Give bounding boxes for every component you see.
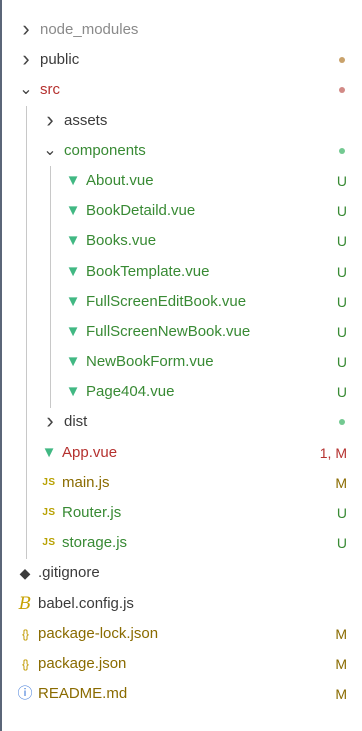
file-item-app-vue[interactable]: ▼ App.vue 1, M: [2, 438, 359, 468]
folder-item-public[interactable]: public: [2, 45, 359, 75]
file-label: storage.js: [62, 534, 128, 552]
git-status-dot: [339, 87, 345, 94]
folder-item-components[interactable]: components: [2, 136, 359, 166]
file-label: Books.vue: [86, 232, 157, 250]
git-status-badge: U: [336, 263, 347, 280]
file-item-package-lock-json[interactable]: {} package-lock.json M: [2, 619, 359, 649]
vue-icon: ▼: [65, 232, 81, 250]
folder-item-dist[interactable]: dist: [2, 407, 359, 437]
js-icon: JS: [42, 476, 56, 488]
file-label: NewBookForm.vue: [86, 353, 214, 371]
git-status-badge: M: [335, 655, 347, 672]
json-icon: {}: [21, 626, 29, 641]
file-label: Page404.vue: [86, 383, 175, 401]
git-status-badge: M: [335, 625, 347, 642]
chevron-right-icon[interactable]: [18, 15, 34, 47]
git-status-badge: U: [336, 323, 347, 340]
folder-item-node-modules[interactable]: node_modules: [2, 15, 359, 45]
file-item-babel-config-js[interactable]: Bbabel.config.js: [2, 589, 359, 619]
file-label: .gitignore: [38, 564, 100, 582]
file-item-about-vue[interactable]: ▼ About.vue U: [2, 166, 359, 196]
file-item-storage-js[interactable]: JS storage.js U: [2, 528, 359, 558]
file-item-bookdetaild-vue[interactable]: ▼ BookDetaild.vue U: [2, 196, 359, 226]
git-status-dot: [339, 147, 345, 154]
file-explorer-tree: node_modulespublic srcassets components ▼ Ab…: [2, 15, 359, 709]
file-label: BookTemplate.vue: [86, 262, 210, 280]
babel-icon: B: [18, 593, 32, 614]
indent-guide-components: [50, 166, 51, 408]
file-label: main.js: [62, 473, 110, 491]
info-icon: ⓘ: [17, 685, 33, 703]
file-label: App.vue: [62, 443, 118, 461]
file-label: Router.js: [62, 504, 122, 521]
folder-item-src[interactable]: src: [2, 75, 359, 105]
indent-guide-src: [26, 105, 27, 559]
vue-icon: ▼: [65, 353, 81, 371]
git-status-badge: U: [336, 172, 347, 189]
file-label: README.md: [38, 685, 128, 703]
vue-icon: ▼: [41, 443, 57, 461]
js-icon: JS: [42, 507, 56, 518]
file-item-router-js[interactable]: JS Router.js U: [2, 498, 359, 528]
folder-label: public: [40, 51, 80, 69]
file-label: About.vue: [86, 171, 154, 189]
file-item-booktemplate-vue[interactable]: ▼ BookTemplate.vue U: [2, 257, 359, 287]
file-label: FullScreenEditBook.vue: [86, 292, 247, 310]
file-item-package-json[interactable]: {} package.json M: [2, 649, 359, 679]
file-item-main-js[interactable]: JS main.js M: [2, 468, 359, 498]
git-status-dot: [339, 57, 345, 64]
chevron-down-icon[interactable]: [18, 75, 34, 105]
file-item-newbookform-vue[interactable]: ▼ NewBookForm.vue U: [2, 347, 359, 377]
file-item-books-vue[interactable]: ▼ Books.vue U: [2, 226, 359, 256]
git-status-badge: U: [336, 535, 347, 552]
folder-label: dist: [64, 413, 88, 431]
vue-icon: ▼: [65, 322, 81, 340]
git-status-badge: M: [335, 686, 347, 703]
chevron-right-icon[interactable]: [42, 407, 58, 439]
git-status-dot: [339, 419, 345, 426]
file-item-gitignore[interactable]: ◆ .gitignore: [2, 558, 359, 588]
vue-icon: ▼: [65, 171, 81, 189]
js-icon: JS: [42, 537, 56, 549]
git-icon: ◆: [19, 565, 31, 582]
git-status-badge: U: [336, 203, 347, 220]
vue-icon: ▼: [65, 292, 81, 310]
file-label: babel.config.js: [38, 594, 134, 612]
git-status-badge: M: [335, 474, 347, 491]
file-item-readme-md[interactable]: ⓘ README.md M: [2, 679, 359, 709]
git-status-badge: 1, M: [319, 444, 347, 461]
git-status-badge: U: [336, 293, 347, 310]
git-status-badge: U: [336, 505, 347, 521]
vue-icon: ▼: [65, 383, 81, 401]
file-label: BookDetaild.vue: [86, 202, 196, 220]
chevron-right-icon[interactable]: [42, 106, 58, 138]
git-status-badge: U: [336, 233, 347, 250]
vue-icon: ▼: [65, 262, 81, 280]
git-status-badge: U: [336, 354, 347, 371]
file-label: package-lock.json: [38, 624, 159, 642]
vue-icon: ▼: [65, 202, 81, 220]
chevron-down-icon[interactable]: [42, 136, 58, 166]
folder-label: assets: [64, 111, 108, 129]
folder-item-assets[interactable]: assets: [2, 106, 359, 136]
folder-label: src: [40, 81, 60, 99]
file-item-fullscreeneditbook-vue[interactable]: ▼ FullScreenEditBook.vue U: [2, 287, 359, 317]
folder-label: components: [64, 141, 146, 159]
file-item-fullscreennewbook-vue[interactable]: ▼ FullScreenNewBook.vue U: [2, 317, 359, 347]
folder-label: node_modules: [40, 21, 139, 38]
file-label: package.json: [38, 654, 127, 672]
chevron-right-icon[interactable]: [18, 45, 34, 77]
git-status-badge: U: [336, 384, 347, 401]
json-icon: {}: [21, 656, 29, 671]
file-label: FullScreenNewBook.vue: [86, 322, 251, 340]
file-item-page404-vue[interactable]: ▼ Page404.vue U: [2, 377, 359, 407]
